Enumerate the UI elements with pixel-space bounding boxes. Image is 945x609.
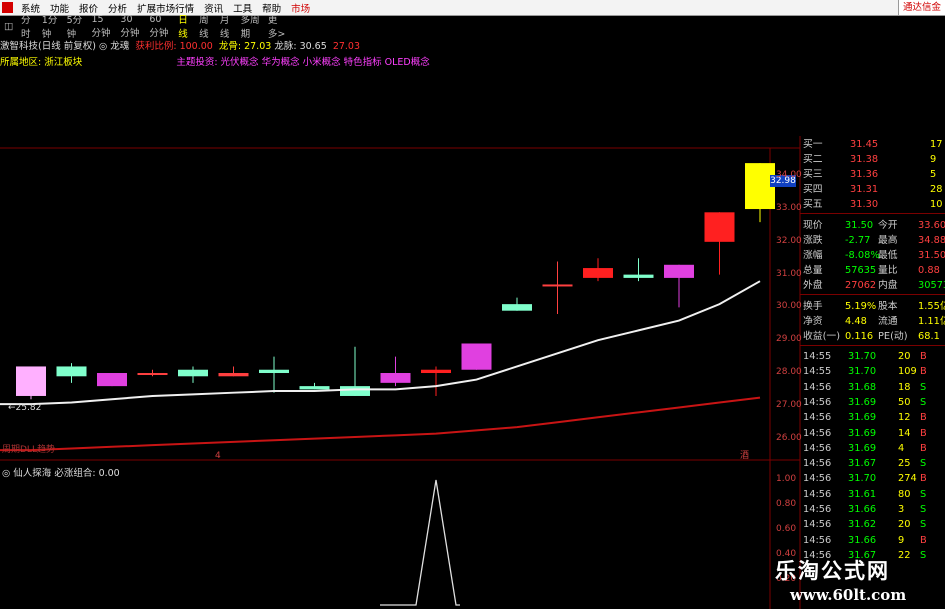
candles-group [16, 163, 775, 400]
panel-separator [800, 345, 945, 346]
stat-value: 30573 [918, 280, 945, 291]
stat-label: 外盘 [803, 280, 823, 291]
bid-label: 买五 [803, 199, 823, 210]
quote-row: 买五 31.30 10 [800, 196, 945, 213]
candle-body [542, 284, 573, 287]
price-axis-tick: 34.00 [776, 170, 802, 181]
candle-body [664, 264, 694, 278]
stat-value: 0.116 [845, 331, 874, 342]
bid-price: 31.30 [850, 199, 879, 210]
price-axis-tick: 26.00 [776, 432, 802, 443]
candle-body [259, 369, 289, 374]
price-axis-tick: 32.00 [776, 235, 802, 246]
stat-label: PE(动) [878, 331, 908, 342]
candle-body [704, 212, 735, 242]
price-axis-tick: 30.00 [776, 301, 802, 312]
quote-panel: 买一 31.45 17 买二 31.38 9 买三 31.36 5 买四 31.31 28 买五 31.3… [800, 136, 945, 561]
price-axis-tick: 33.00 [776, 203, 802, 214]
indicator-axis-tick: 0.60 [776, 524, 797, 534]
stat-label: 内盘 [878, 280, 898, 291]
candle-body [56, 366, 87, 377]
candle-body [340, 386, 370, 396]
candle-body [421, 369, 451, 374]
price-axis-tick: 28.00 [776, 367, 802, 377]
price-axis-tick: 31.00 [776, 268, 802, 279]
candle-body [502, 304, 532, 311]
indicator-name[interactable]: ◎ 仙人探海 必涨组合: [2, 468, 96, 479]
candle-body [623, 274, 654, 278]
ma-red-line [0, 396, 761, 452]
watermark-title: 乐淘公式网 [775, 558, 890, 583]
quote-row: 外盘 27062内盘 30573 [800, 277, 945, 294]
ma-legend-label: 周期DLL趋势 [2, 445, 55, 455]
bid-volume: 10 [930, 199, 943, 210]
candle-body [299, 386, 330, 390]
stat-value: 27062 [845, 280, 877, 291]
low-price-label: ←25.82 [8, 403, 42, 413]
period-marker-left: 4 [215, 451, 221, 461]
panel-separator [800, 294, 945, 295]
candle-body [97, 373, 127, 387]
price-axis-tick: 27.00 [776, 399, 802, 410]
watermark-url: www.60lt.com [790, 586, 907, 604]
indicator-title: ◎ 仙人探海 必涨组合: 0.00 [2, 465, 120, 479]
candle-body [16, 366, 46, 396]
panel-separator [800, 213, 945, 214]
stat-value: 68.1 [918, 331, 940, 342]
stat-label: 收益(一) [803, 331, 841, 342]
indicator-axis-tick: 0.80 [776, 499, 797, 509]
quote-row: 收益(一) 0.116 PE(动) 68.1 [800, 328, 945, 345]
candle-body [178, 369, 208, 377]
candle-body [461, 343, 492, 370]
tick-volume: 22 [898, 549, 911, 561]
period-marker-right: 酒 [740, 450, 749, 461]
indicator-value: 0.00 [98, 468, 120, 479]
candle-body [218, 373, 249, 377]
candle-body [137, 373, 168, 376]
indicator-line [380, 479, 460, 606]
candle-body [380, 373, 411, 383]
candle-body [583, 268, 613, 278]
indicator-axis-tick: 1.00 [776, 474, 797, 484]
tick-side: S [920, 549, 927, 561]
price-axis-tick: 29.00 [776, 334, 802, 345]
